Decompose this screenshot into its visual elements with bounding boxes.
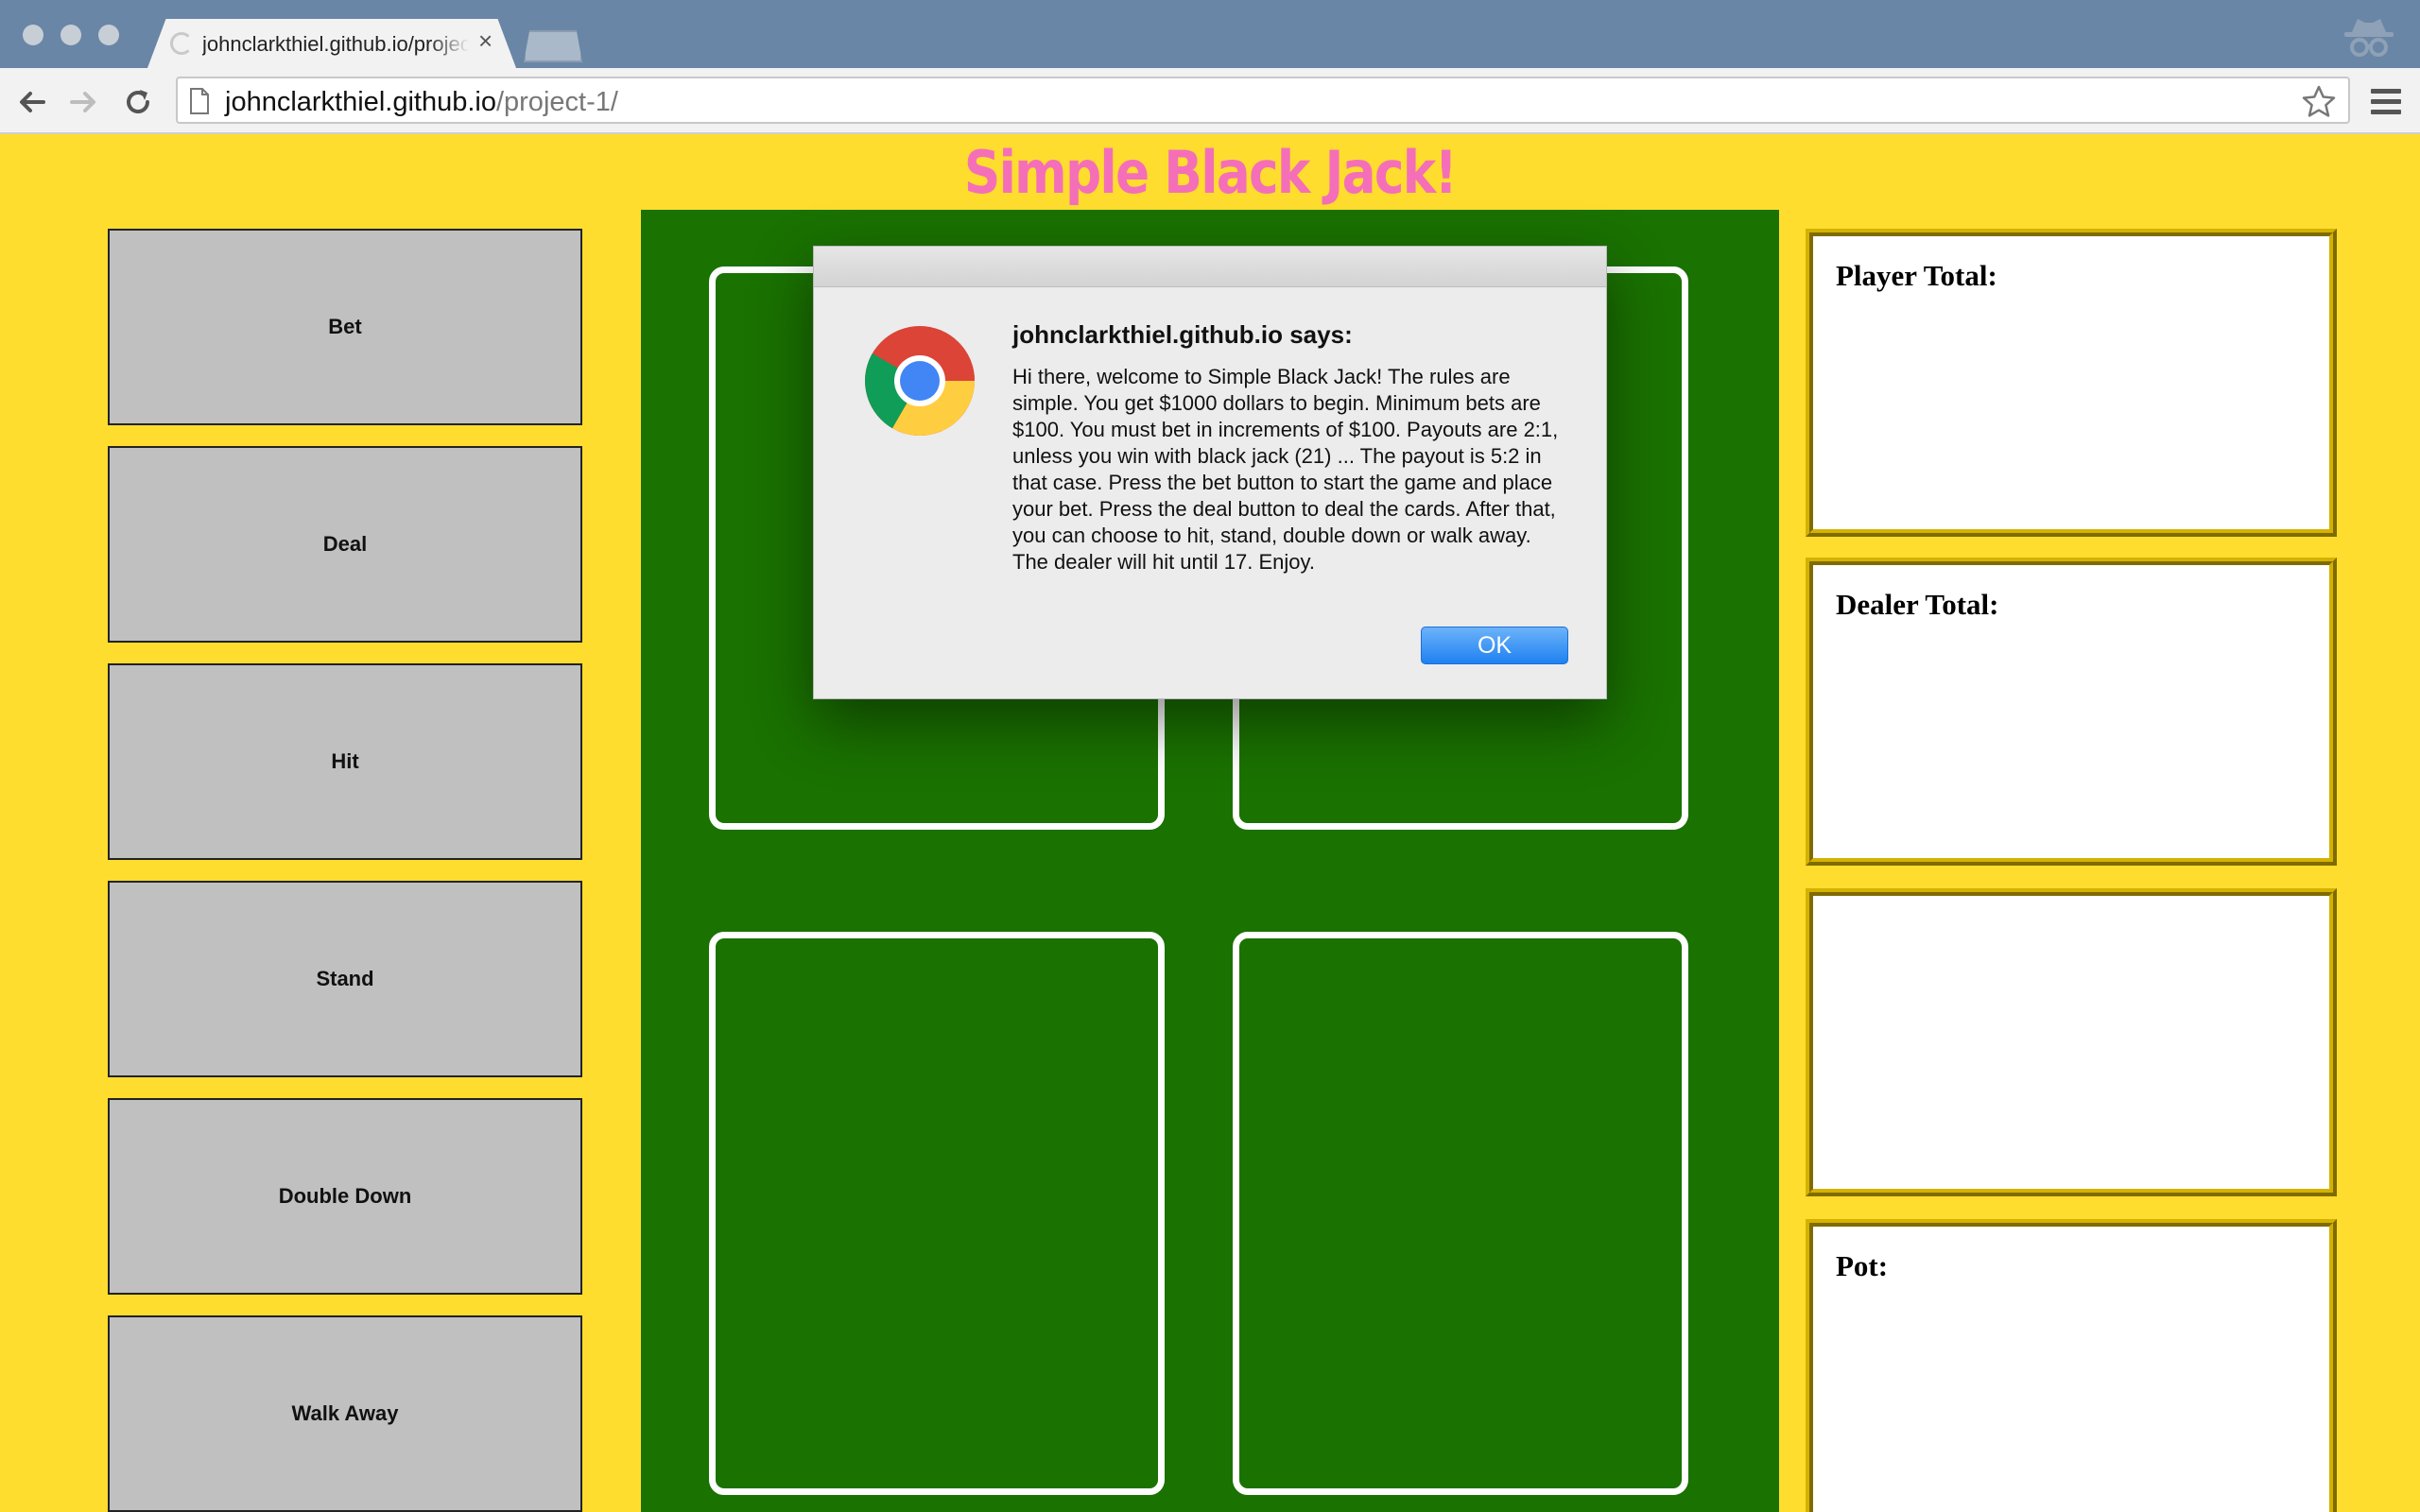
menu-icon[interactable] [2371, 89, 2401, 115]
page-icon [190, 88, 209, 114]
hit-button[interactable]: Hit [108, 663, 582, 860]
incognito-icon [2344, 19, 2394, 57]
dialog-titlebar [814, 247, 1606, 287]
player-total-box: Player Total: [1806, 229, 2337, 537]
url-path: /project-1/ [495, 87, 618, 117]
ok-button[interactable]: OK [1421, 627, 1568, 664]
url-host: johnclarkthiel.github.io [225, 87, 496, 117]
deal-button[interactable]: Deal [108, 446, 582, 643]
dialog-heading: johnclarkthiel.github.io says: [1012, 320, 1353, 349]
walk-away-button[interactable]: Walk Away [108, 1315, 582, 1512]
browser-toolbar: johnclarkthiel.github.io/project-1/ [0, 68, 2420, 134]
pot-label: Pot: [1836, 1249, 1889, 1282]
message-box [1806, 888, 2337, 1196]
tab-strip: johnclarkthiel.github.io/project-1/ × [0, 0, 2420, 68]
tab-close-icon[interactable]: × [478, 28, 493, 53]
stand-button[interactable]: Stand [108, 881, 582, 1077]
player-total-label: Player Total: [1836, 259, 1997, 292]
loading-spinner-icon [170, 32, 193, 55]
page-title: Simple Black Jack! [963, 138, 1458, 207]
url-text[interactable]: johnclarkthiel.github.io/project-1/ [225, 87, 618, 118]
back-arrow-icon[interactable] [15, 85, 49, 119]
alert-dialog: johnclarkthiel.github.io says: Hi there,… [813, 246, 1607, 699]
dealer-total-label: Dealer Total: [1836, 588, 1999, 621]
chrome-logo-icon [865, 326, 975, 436]
star-icon[interactable] [2301, 84, 2337, 120]
tab-title[interactable]: johnclarkthiel.github.io/project-1/ [202, 32, 469, 57]
address-bar[interactable]: johnclarkthiel.github.io/project-1/ [176, 77, 2350, 124]
window-minimize-dot[interactable] [60, 25, 81, 45]
player-card-slot-2 [1233, 932, 1688, 1495]
window-zoom-dot[interactable] [98, 25, 119, 45]
new-tab-button[interactable] [524, 30, 582, 62]
reload-icon[interactable] [121, 85, 155, 119]
player-card-slot-1 [709, 932, 1165, 1495]
double-down-button[interactable]: Double Down [108, 1098, 582, 1295]
window-close-dot[interactable] [23, 25, 43, 45]
bet-button[interactable]: Bet [108, 229, 582, 425]
pot-box: Pot: [1806, 1219, 2337, 1512]
dealer-total-box: Dealer Total: [1806, 558, 2337, 866]
dialog-message: Hi there, welcome to Simple Black Jack! … [1012, 365, 1559, 574]
forward-arrow-icon[interactable] [66, 85, 100, 119]
